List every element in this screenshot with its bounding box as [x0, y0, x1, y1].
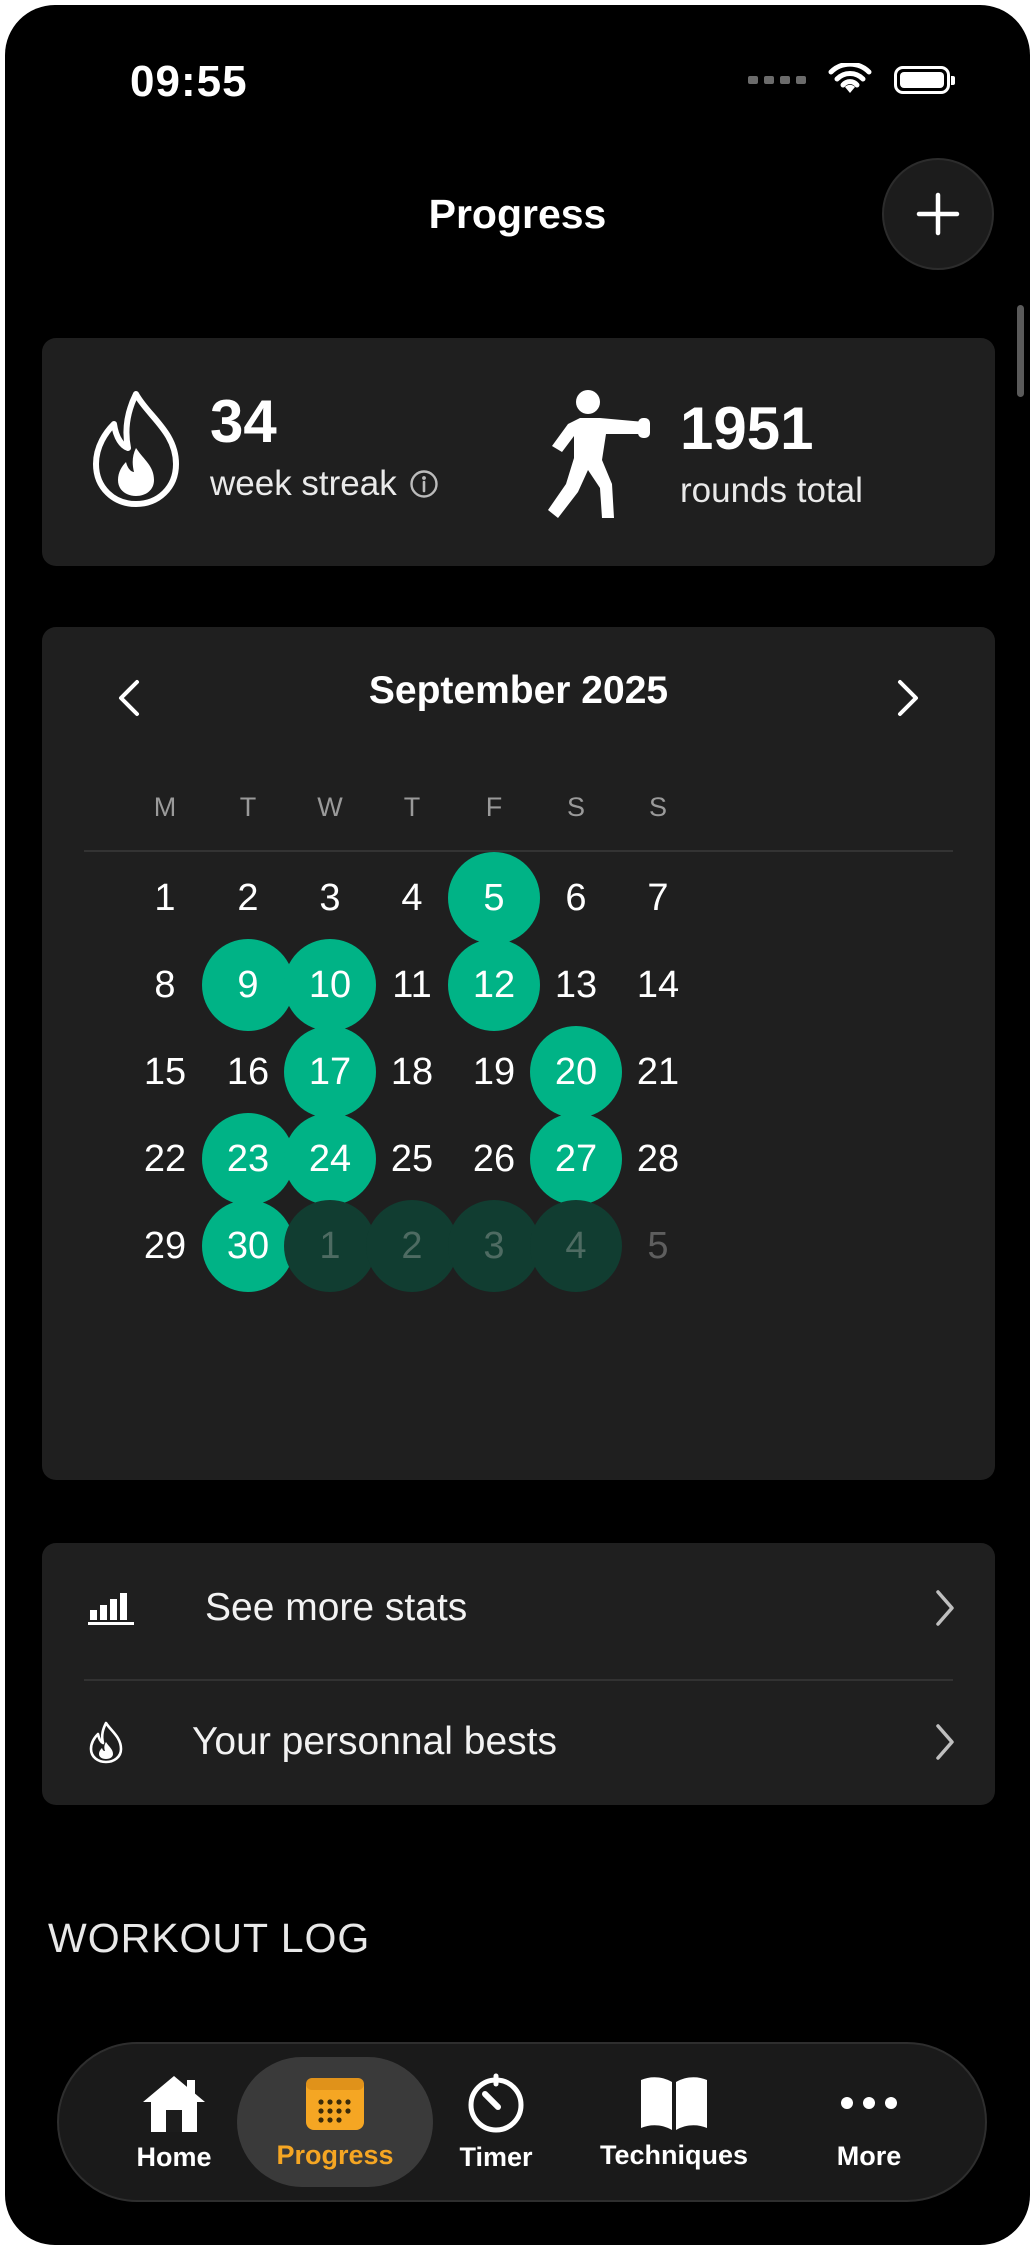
calendar-day[interactable]: 17 — [284, 1026, 376, 1118]
calendar-day[interactable]: 25 — [366, 1113, 458, 1205]
calendar-day[interactable]: 30 — [202, 1200, 294, 1292]
plus-icon — [916, 192, 960, 236]
calendar-day[interactable]: 20 — [530, 1026, 622, 1118]
tab-techniques-label: Techniques — [599, 2139, 749, 2170]
book-icon — [641, 2076, 707, 2130]
calendar-day[interactable]: 28 — [612, 1113, 704, 1205]
calendar-day[interactable]: 19 — [448, 1026, 540, 1118]
calendar-month-label: September 2025 — [368, 669, 669, 712]
tab-home[interactable]: Home — [99, 2044, 249, 2200]
info-icon[interactable] — [409, 469, 439, 499]
calendar-day[interactable]: 29 — [119, 1200, 211, 1292]
rounds-label: rounds total — [680, 471, 863, 510]
calendar-day[interactable]: 8 — [119, 939, 211, 1031]
calendar-day[interactable]: 18 — [366, 1026, 458, 1118]
page-title: Progress — [428, 191, 607, 237]
calendar-card: September 2025 MTWTFSS 1 2 3 4 5 6 7 8 9 10 11 12 13… — [42, 627, 995, 1480]
calendar-day[interactable]: 9 — [202, 939, 294, 1031]
calendar-day[interactable]: 6 — [530, 852, 622, 944]
calendar-day[interactable]: 16 — [202, 1026, 294, 1118]
rounds-value: 1951 — [680, 395, 814, 462]
chevron-right-icon — [898, 680, 918, 716]
calendar-day-next-month[interactable]: 1 — [284, 1200, 376, 1292]
signal-dots-icon — [748, 76, 806, 84]
calendar-day-next-month[interactable]: 5 — [612, 1200, 704, 1292]
weekday-label: T — [239, 792, 257, 822]
status-icons — [748, 63, 955, 97]
tab-progress[interactable]: Progress — [249, 2044, 421, 2200]
streak-value: 34 — [210, 388, 277, 455]
calendar-day[interactable]: 7 — [612, 852, 704, 944]
calendar-day[interactable]: 13 — [530, 939, 622, 1031]
status-time: 09:55 — [130, 57, 248, 106]
bar-chart-icon — [88, 1593, 134, 1625]
calendar-day[interactable]: 22 — [119, 1113, 211, 1205]
calendar-day[interactable]: 4 — [366, 852, 458, 944]
tab-timer-label: Timer — [459, 2141, 533, 2172]
calendar-day[interactable]: 24 — [284, 1113, 376, 1205]
wifi-icon — [828, 63, 872, 93]
personal-bests-label: Your personnal bests — [192, 1720, 557, 1763]
tab-home-label: Home — [136, 2141, 212, 2172]
calendar-day[interactable]: 21 — [612, 1026, 704, 1118]
weekday-header: MTWTFSS — [84, 792, 953, 832]
tab-bar: Home Progress Timer Techniques More — [57, 2042, 987, 2202]
calendar-day[interactable]: 2 — [202, 852, 294, 944]
flame-small-icon — [89, 1721, 123, 1764]
calendar-day[interactable]: 15 — [119, 1026, 211, 1118]
tab-timer[interactable]: Timer — [431, 2044, 561, 2200]
chevron-right-icon — [936, 1724, 954, 1760]
summary-card: 34 week streak 1951 rounds total — [42, 338, 995, 566]
weekday-label: M — [153, 792, 177, 822]
add-workout-button[interactable] — [882, 158, 994, 270]
stats-links-card: See more stats Your personnal bests — [42, 1543, 995, 1805]
boxer-icon — [548, 390, 650, 518]
see-more-stats-label: See more stats — [205, 1586, 468, 1629]
see-more-stats-row[interactable]: See more stats — [42, 1543, 995, 1673]
tab-more-label: More — [836, 2140, 902, 2171]
rounds-stat: 1951 rounds total — [544, 388, 863, 522]
calendar-day[interactable]: 12 — [448, 939, 540, 1031]
calendar-day-next-month[interactable]: 3 — [448, 1200, 540, 1292]
weekday-label: S — [648, 792, 667, 822]
calendar-day[interactable]: 1 — [119, 852, 211, 944]
scrollbar[interactable] — [1017, 305, 1024, 397]
calendar-day[interactable]: 14 — [612, 939, 704, 1031]
timer-icon — [468, 2073, 524, 2132]
workout-log-title: WORKOUT LOG — [48, 1915, 371, 1961]
calendar-day[interactable]: 26 — [448, 1113, 540, 1205]
calendar-divider — [84, 850, 953, 852]
personal-bests-row[interactable]: Your personnal bests — [42, 1677, 995, 1807]
phone-screen: 09:55 Progress 34 week streak 1951 round… — [5, 5, 1030, 2245]
weekday-label: F — [485, 792, 503, 822]
chevron-right-icon — [936, 1590, 954, 1626]
flame-icon — [93, 391, 179, 507]
calendar-day[interactable]: 5 — [448, 852, 540, 944]
home-icon — [143, 2075, 205, 2132]
battery-icon — [894, 66, 955, 94]
calendar-day-next-month[interactable]: 2 — [366, 1200, 458, 1292]
weekday-label: T — [403, 792, 421, 822]
weekday-label: W — [317, 792, 343, 822]
calendar-day[interactable]: 23 — [202, 1113, 294, 1205]
streak-label: week streak — [210, 464, 397, 503]
tab-progress-label: Progress — [276, 2139, 394, 2170]
calendar-day-next-month[interactable]: 4 — [530, 1200, 622, 1292]
weekday-label: S — [566, 792, 585, 822]
calendar-day[interactable]: 27 — [530, 1113, 622, 1205]
streak-stat: 34 week streak — [90, 388, 439, 508]
calendar-day[interactable]: 3 — [284, 852, 376, 944]
tab-more[interactable]: More — [799, 2044, 939, 2200]
calendar-day[interactable]: 10 — [284, 939, 376, 1031]
calendar-day[interactable]: 11 — [366, 939, 458, 1031]
more-dots-icon — [841, 2096, 897, 2109]
tab-techniques[interactable]: Techniques — [579, 2044, 769, 2200]
next-month-button[interactable] — [883, 673, 933, 723]
calendar-icon — [306, 2077, 364, 2130]
